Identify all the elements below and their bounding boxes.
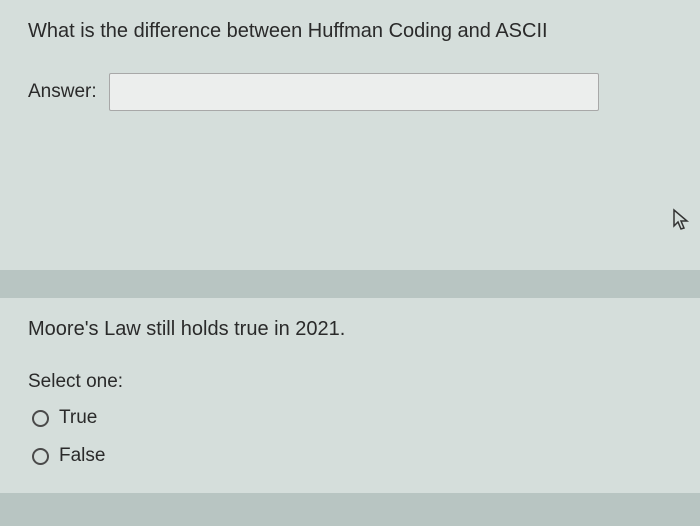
question-1-block: What is the difference between Huffman C…	[0, 0, 700, 270]
question-2-block: Moore's Law still holds true in 2021. Se…	[0, 298, 700, 493]
answer-row: Answer:	[28, 73, 672, 111]
radio-option-false[interactable]: False	[28, 445, 672, 467]
answer-input[interactable]	[109, 73, 599, 111]
select-one-label: Select one:	[28, 371, 672, 393]
question-1-prompt: What is the difference between Huffman C…	[28, 20, 672, 43]
question-2-prompt: Moore's Law still holds true in 2021.	[28, 318, 672, 341]
radio-label-true: True	[59, 407, 97, 429]
radio-circle-icon	[32, 410, 49, 427]
radio-circle-icon	[32, 448, 49, 465]
answer-label: Answer:	[28, 81, 97, 103]
radio-option-true[interactable]: True	[28, 407, 672, 429]
radio-label-false: False	[59, 445, 105, 467]
